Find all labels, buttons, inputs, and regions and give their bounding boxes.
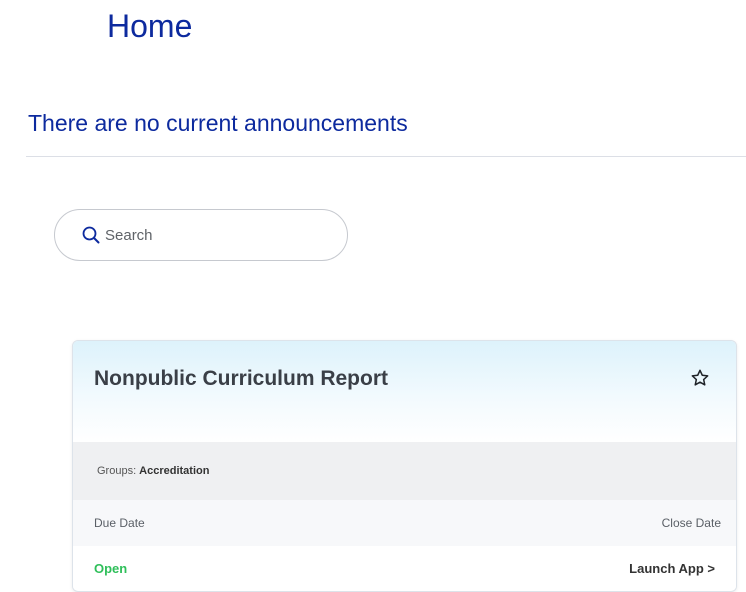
search-box[interactable] (54, 209, 348, 261)
groups-value: Accreditation (139, 465, 210, 477)
divider (26, 156, 746, 157)
groups-label: Groups: (97, 465, 137, 477)
favorite-button[interactable] (689, 369, 711, 391)
status-row: Open Launch App > (73, 546, 736, 590)
search-icon (81, 225, 101, 245)
launch-app-link[interactable]: Launch App > (629, 561, 715, 576)
close-date-label: Close Date (661, 516, 721, 530)
app-card: Nonpublic Curriculum Report Groups: Accr… (72, 340, 737, 592)
app-card-title: Nonpublic Curriculum Report (94, 367, 388, 390)
search-input[interactable] (105, 226, 325, 244)
page-title: Home (107, 8, 193, 44)
status-badge: Open (94, 560, 128, 576)
app-card-header: Nonpublic Curriculum Report (73, 341, 736, 442)
due-date-label: Due Date (94, 516, 145, 530)
star-outline-icon (690, 368, 710, 393)
dates-row: Due Date Close Date (73, 500, 736, 546)
groups-row: Groups: Accreditation (73, 442, 736, 500)
announcements-message: There are no current announcements (28, 110, 408, 136)
